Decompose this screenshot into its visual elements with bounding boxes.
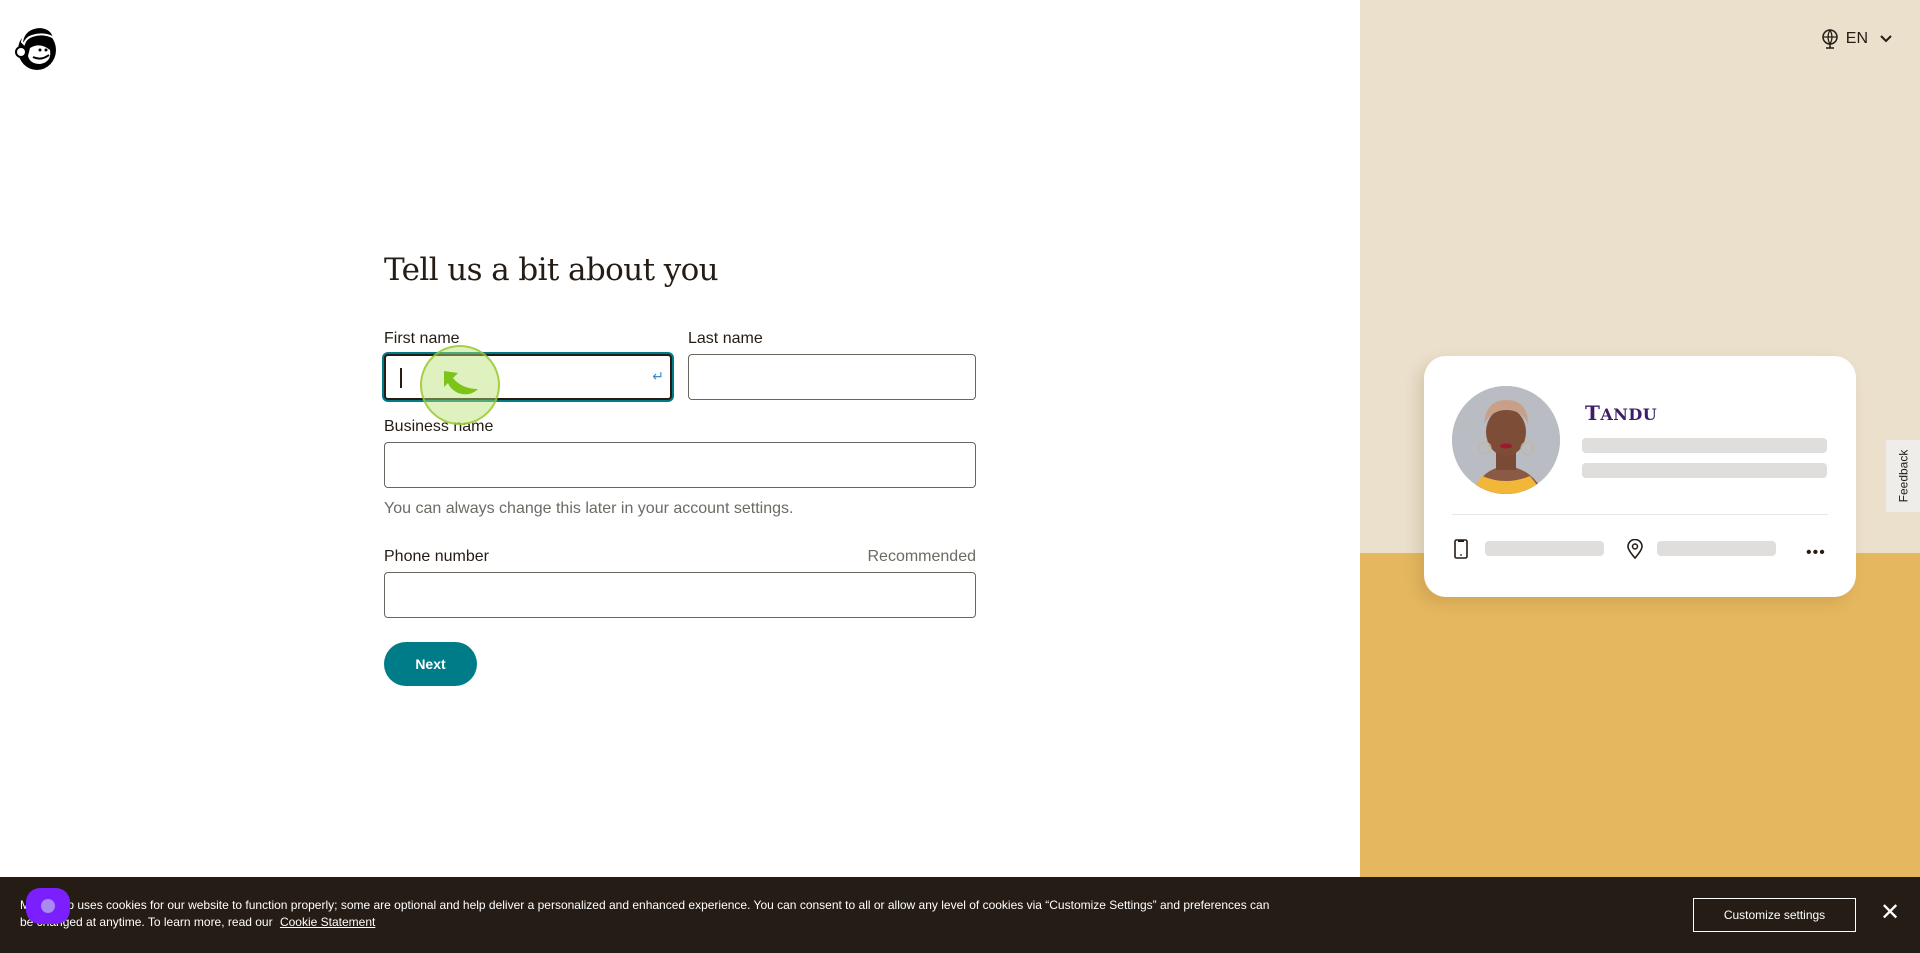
cursor-arrow-icon <box>444 371 478 395</box>
text-caret <box>400 368 402 388</box>
enter-key-icon: ↵ <box>652 368 664 384</box>
skeleton-line <box>1582 463 1827 478</box>
business-name-field-group: Business name You can always change this… <box>384 416 976 520</box>
about-you-form: Tell us a bit about you First name ↵ Las… <box>384 252 976 686</box>
skeleton-line <box>1582 438 1827 453</box>
customize-settings-button[interactable]: Customize settings <box>1693 898 1856 932</box>
card-divider <box>1452 514 1828 515</box>
last-name-field-group: Last name <box>688 328 976 400</box>
last-name-input[interactable] <box>688 354 976 400</box>
avatar <box>1452 386 1560 494</box>
form-panel: Tell us a bit about you First name ↵ Las… <box>0 0 1360 953</box>
globe-icon <box>1822 29 1838 49</box>
mailchimp-logo-icon[interactable] <box>14 22 60 72</box>
location-pin-icon <box>1627 539 1643 559</box>
feedback-tab[interactable]: Feedback <box>1886 440 1920 512</box>
skeleton-line <box>1657 541 1776 556</box>
close-icon[interactable]: ✕ <box>1880 901 1900 925</box>
business-name-hint: You can always change this later in your… <box>384 500 794 517</box>
chevron-down-icon <box>1880 35 1892 43</box>
phone-number-label: Phone number <box>384 548 489 565</box>
phone-number-input[interactable] <box>384 572 976 618</box>
cookie-banner: Mailchimp uses cookies for our website t… <box>0 877 1920 953</box>
feedback-label: Feedback <box>1896 449 1911 503</box>
language-label: EN <box>1845 30 1868 47</box>
cookie-statement-link[interactable]: Cookie Statement <box>280 915 375 929</box>
brand-name: TANDU <box>1585 401 1658 425</box>
business-name-input[interactable] <box>384 442 976 488</box>
phone-number-field-group: Phone number Recommended <box>384 546 976 618</box>
preview-card: TANDU ••• <box>1424 356 1856 597</box>
last-name-label: Last name <box>688 330 763 347</box>
skeleton-line <box>1485 541 1604 556</box>
phone-icon <box>1454 539 1468 559</box>
cookie-message: Mailchimp uses cookies for our website t… <box>20 898 1270 929</box>
cookie-text-block: Mailchimp uses cookies for our website t… <box>20 897 1280 931</box>
next-button[interactable]: Next <box>384 642 477 686</box>
language-selector[interactable]: EN <box>1820 28 1892 50</box>
click-indicator <box>420 345 500 425</box>
more-icon: ••• <box>1806 544 1826 561</box>
recommended-label: Recommended <box>867 548 977 565</box>
chat-widget-icon[interactable] <box>26 888 70 924</box>
page-title: Tell us a bit about you <box>384 252 719 288</box>
